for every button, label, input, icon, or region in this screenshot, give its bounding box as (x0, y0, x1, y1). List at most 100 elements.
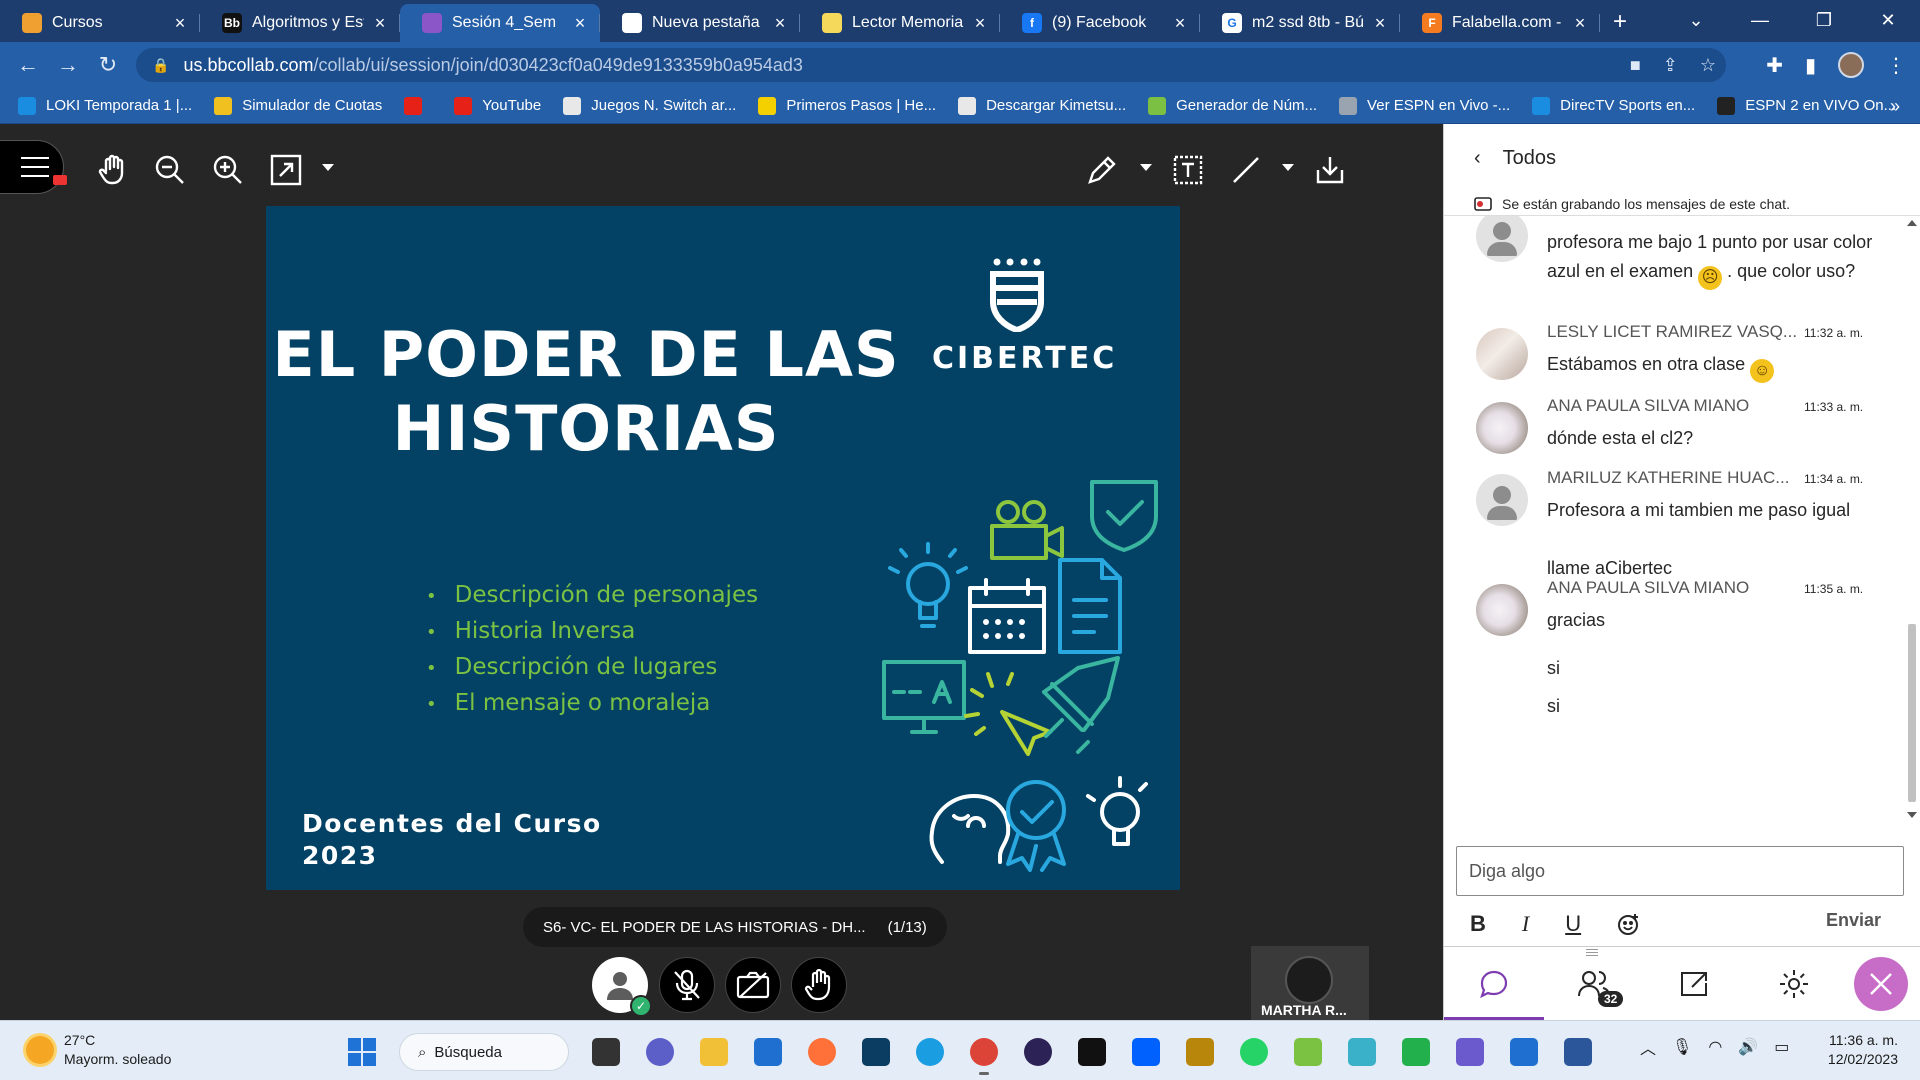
tab-chat[interactable] (1444, 947, 1544, 1021)
teams-icon[interactable] (643, 1035, 677, 1069)
wifi-icon[interactable]: ◠ (1708, 1037, 1722, 1057)
browser-tab[interactable]: Lector Memoria M × (800, 4, 1000, 42)
download-icon[interactable] (1312, 152, 1348, 188)
bookmark-item[interactable]: Descargar Kimetsu... (958, 96, 1126, 115)
zoom-out-icon[interactable] (152, 152, 188, 188)
chat-input[interactable]: Diga algo (1456, 846, 1904, 896)
tab-close-icon[interactable]: × (770, 13, 790, 34)
scroll-thumb[interactable] (1908, 624, 1916, 802)
tray-chevron-icon[interactable]: ︿ (1640, 1035, 1656, 1059)
browser-tab[interactable]: Cursos × (0, 4, 200, 42)
scroll-down-icon[interactable] (1907, 812, 1917, 818)
my-status-button[interactable]: ✓ (592, 957, 652, 1017)
whatsapp-icon[interactable] (1237, 1035, 1271, 1069)
back-button[interactable]: ← (8, 52, 48, 78)
tab-close-icon[interactable]: × (570, 13, 590, 34)
tab-close-icon[interactable]: × (970, 13, 990, 34)
close-panel-button[interactable] (1854, 957, 1908, 1011)
close-window-button[interactable]: ✕ (1856, 0, 1920, 40)
bookmark-item[interactable]: Simulador de Cuotas (214, 96, 382, 115)
weather-widget[interactable]: 27°C Mayorm. soleado (26, 1031, 171, 1069)
camera-blocked-icon[interactable]: ■ (1630, 55, 1641, 76)
word-icon[interactable] (1561, 1035, 1595, 1069)
author-avatar[interactable] (1476, 584, 1528, 636)
tab-share-content[interactable] (1644, 947, 1744, 1021)
eclipse-icon[interactable] (1021, 1035, 1055, 1069)
store-icon[interactable] (751, 1035, 785, 1069)
text-tool-icon[interactable] (1170, 152, 1206, 188)
bookmark-item[interactable]: LOKI Temporada 1 |... (18, 96, 192, 115)
reload-button[interactable]: ↻ (88, 52, 128, 78)
browser-menu-icon[interactable]: ⋮ (1886, 53, 1906, 78)
bookmark-item[interactable]: Juegos N. Switch ar... (563, 96, 736, 115)
pencil-options-caret-icon[interactable] (1140, 164, 1152, 171)
volume-icon[interactable]: 🔊 (1738, 1037, 1758, 1057)
line-options-caret-icon[interactable] (1282, 164, 1294, 171)
tab-search-icon[interactable]: ⌄ (1664, 0, 1728, 40)
wow-icon[interactable] (1183, 1035, 1217, 1069)
slide-caption[interactable]: S6- VC- EL PODER DE LAS HISTORIAS - DH..… (523, 907, 947, 947)
app-purple-icon[interactable] (1453, 1035, 1487, 1069)
author-avatar[interactable] (1476, 402, 1528, 454)
line-tool-icon[interactable] (1228, 152, 1264, 188)
scroll-up-icon[interactable] (1907, 220, 1917, 226)
app-blue-icon[interactable] (859, 1035, 893, 1069)
share-icon[interactable]: ⇪ (1663, 55, 1678, 76)
back-chevron-icon[interactable]: ‹ (1474, 147, 1481, 170)
author-avatar[interactable] (1476, 216, 1528, 262)
bookmark-item[interactable] (404, 96, 432, 115)
side-panel-icon[interactable]: ▮ (1805, 53, 1816, 78)
underline-button[interactable]: U (1565, 911, 1581, 937)
browser-tab[interactable]: Nueva pestaña × (600, 4, 800, 42)
tab-participants[interactable]: 32 (1544, 947, 1644, 1021)
browser-tab[interactable]: Bb Algoritmos y Estr × (200, 4, 400, 42)
bookmark-item[interactable]: YouTube (454, 96, 541, 115)
battery-icon[interactable]: ▭ (1774, 1037, 1789, 1057)
browser-tab[interactable]: Sesión 4_Sem × (400, 4, 600, 42)
author-avatar[interactable] (1476, 474, 1528, 526)
mic-tray-icon[interactable]: 🎙 (1672, 1037, 1692, 1057)
chrome-icon[interactable] (967, 1035, 1001, 1075)
new-tab-button[interactable]: + (1600, 4, 1640, 42)
restore-button[interactable]: ❐ (1792, 0, 1856, 40)
bookmark-item[interactable]: ESPN 2 en VIVO On... (1717, 96, 1896, 115)
tab-close-icon[interactable]: × (1370, 13, 1390, 34)
chat-message-list[interactable]: ENZO RENATO ALCA MEJIA 11:32 a. m. profeso… (1444, 216, 1904, 836)
dropbox-icon[interactable] (1129, 1035, 1163, 1069)
edge-icon[interactable] (913, 1035, 947, 1069)
emoji-icon[interactable] (1617, 912, 1641, 936)
tab-close-icon[interactable]: × (1570, 13, 1590, 34)
task-view-icon[interactable] (589, 1035, 623, 1069)
tab-close-icon[interactable]: × (170, 13, 190, 34)
file-explorer-icon[interactable] (697, 1035, 731, 1069)
italic-button[interactable]: I (1522, 911, 1529, 937)
camera-button[interactable] (725, 957, 781, 1013)
zoom-options-caret-icon[interactable] (322, 164, 334, 171)
bookmark-star-icon[interactable]: ☆ (1700, 55, 1716, 76)
browser-tab[interactable]: f (9) Facebook × (1000, 4, 1200, 42)
bookmark-item[interactable]: Generador de Núm... (1148, 96, 1317, 115)
epic-icon[interactable] (1075, 1035, 1109, 1069)
app-line-icon[interactable] (1399, 1035, 1433, 1069)
start-windows-icon[interactable] (345, 1035, 379, 1069)
tab-settings[interactable] (1744, 947, 1844, 1021)
browser-tab[interactable]: Gm2 ssd 8tb - Búsc × (1200, 4, 1400, 42)
microphone-button[interactable] (659, 957, 715, 1013)
zoom-in-icon[interactable] (210, 152, 246, 188)
app-teal-icon[interactable] (1345, 1035, 1379, 1069)
raise-hand-button[interactable] (791, 957, 847, 1013)
mail-icon[interactable] (1507, 1035, 1541, 1069)
more-bookmarks-icon[interactable]: » (1890, 96, 1900, 117)
forward-button[interactable]: → (48, 52, 88, 78)
minimize-button[interactable]: — (1728, 0, 1792, 40)
participant-tile[interactable]: MARTHA R... (1251, 946, 1369, 1020)
firefox-icon[interactable] (805, 1035, 839, 1069)
fit-screen-icon[interactable] (268, 152, 304, 188)
bookmark-item[interactable]: Ver ESPN en Vivo -... (1339, 96, 1510, 115)
extensions-icon[interactable]: ✚ (1766, 53, 1783, 78)
tab-close-icon[interactable]: × (370, 13, 390, 34)
pan-hand-icon[interactable] (96, 152, 132, 188)
author-avatar[interactable] (1476, 328, 1528, 380)
session-menu-button[interactable] (0, 140, 67, 194)
app-green-icon[interactable] (1291, 1035, 1325, 1069)
